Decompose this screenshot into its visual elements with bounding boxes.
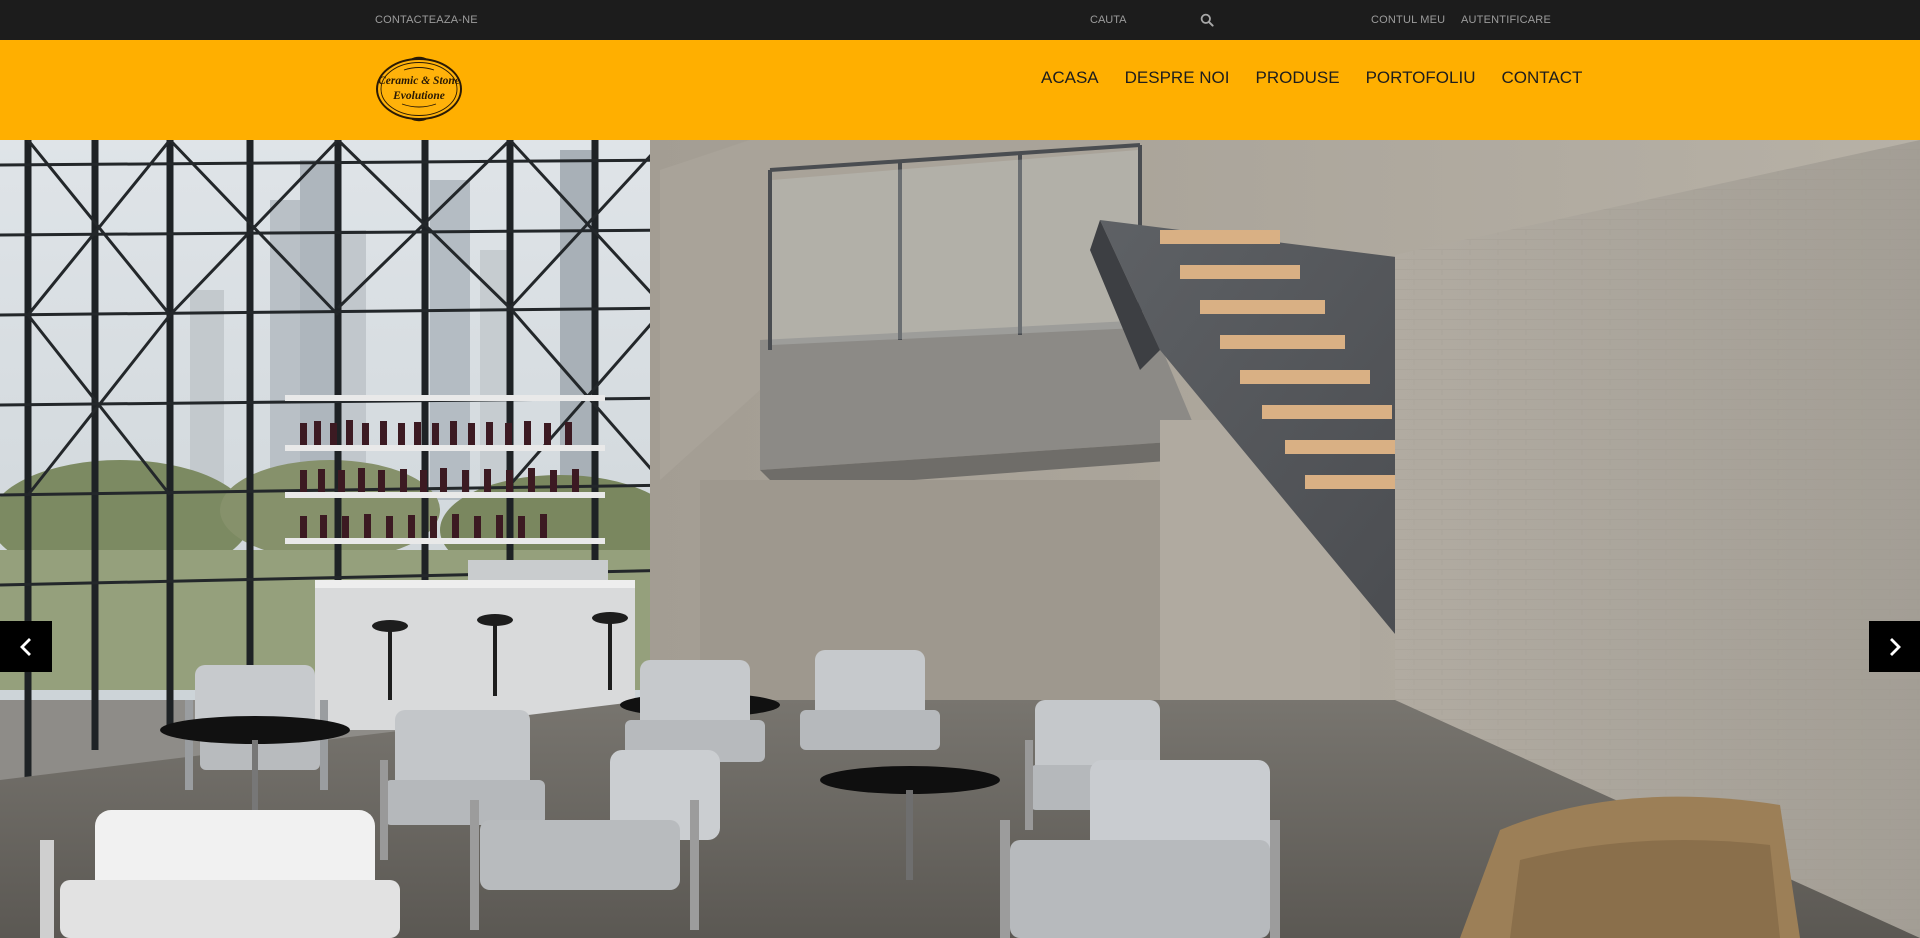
logo-line-1: Ceramic & Stone	[378, 75, 460, 87]
search-icon[interactable]	[1200, 13, 1214, 27]
site-header: Ceramic & Stone Evolutione ACASA DESPRE …	[0, 40, 1920, 140]
top-utility-bar: CONTACTEAZA-NE CONTUL MEU AUTENTIFICARE	[0, 0, 1920, 40]
nav-item-portofoliu[interactable]: PORTOFOLIU	[1366, 68, 1476, 92]
main-navigation: ACASA DESPRE NOI PRODUSE PORTOFOLIU CONT…	[1041, 68, 1582, 92]
hero-slide-image	[0, 140, 1920, 938]
search-input[interactable]	[1090, 9, 1218, 31]
logo-line-2: Evolutione	[393, 90, 445, 102]
search-box	[1090, 9, 1218, 31]
chevron-right-icon	[1890, 637, 1901, 656]
slider-next-button[interactable]	[1869, 621, 1920, 672]
nav-item-contact[interactable]: CONTACT	[1501, 68, 1582, 92]
my-account-link[interactable]: CONTUL MEU	[1371, 14, 1445, 26]
hero-slider	[0, 140, 1920, 938]
contact-us-link[interactable]: CONTACTEAZA-NE	[375, 14, 478, 26]
slider-prev-button[interactable]	[0, 621, 52, 672]
login-link[interactable]: AUTENTIFICARE	[1461, 14, 1551, 26]
nav-item-produse[interactable]: PRODUSE	[1256, 68, 1340, 92]
logo-frame-icon	[376, 56, 462, 122]
nav-item-acasa[interactable]: ACASA	[1041, 68, 1099, 92]
chevron-left-icon	[20, 637, 31, 656]
nav-item-despre-noi[interactable]: DESPRE NOI	[1125, 68, 1230, 92]
site-logo[interactable]: Ceramic & Stone Evolutione	[374, 54, 464, 124]
